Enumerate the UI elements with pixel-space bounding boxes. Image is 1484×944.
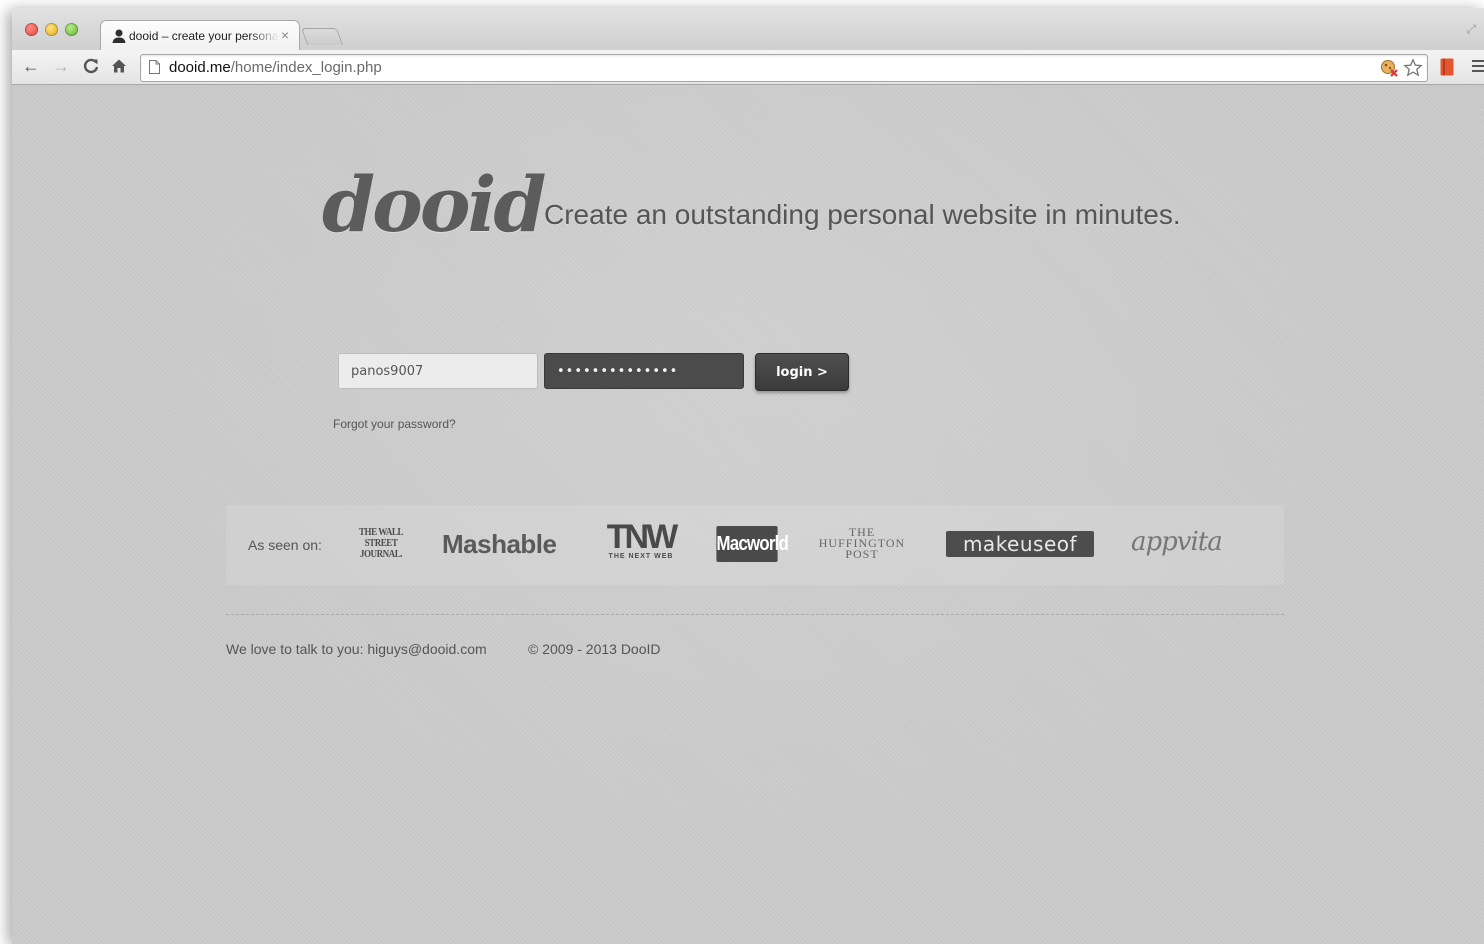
- minimize-window-button[interactable]: [45, 23, 58, 36]
- as-seen-on-label: As seen on:: [248, 537, 322, 553]
- mashable-logo[interactable]: Mashable: [442, 529, 557, 560]
- macworld-logo[interactable]: Macworld: [716, 526, 789, 562]
- close-tab-icon[interactable]: ×: [281, 27, 289, 43]
- new-tab-button[interactable]: [300, 28, 344, 45]
- username-input[interactable]: [338, 353, 538, 389]
- forgot-password-link[interactable]: Forgot your password?: [333, 417, 456, 431]
- makeuseof-logo[interactable]: makeuseof: [946, 531, 1094, 557]
- footer-contact[interactable]: We love to talk to you: higuys@dooid.com: [226, 641, 487, 657]
- as-seen-on-band: As seen on: THE WALL STREET JOURNAL. Mas…: [226, 505, 1284, 585]
- wsj-logo[interactable]: THE WALL STREET JOURNAL.: [359, 527, 404, 560]
- appvita-logo[interactable]: appvita: [1131, 527, 1223, 557]
- menu-icon[interactable]: [1472, 60, 1484, 75]
- login-button[interactable]: login >: [755, 353, 849, 391]
- forward-icon[interactable]: →: [50, 55, 72, 77]
- back-icon[interactable]: ←: [20, 55, 42, 77]
- browser-toolbar: ← → dooid.me/home/index_login.php: [12, 50, 1484, 85]
- bookmark-star-icon[interactable]: [1403, 58, 1423, 78]
- url-text: dooid.me/home/index_login.php: [169, 59, 382, 76]
- extension-icon[interactable]: [1379, 58, 1399, 78]
- fullscreen-icon[interactable]: ⤢: [1466, 22, 1476, 37]
- url-path: /home/index_login.php: [230, 59, 382, 76]
- footer-copyright: © 2009 - 2013 DooID: [528, 641, 661, 657]
- home-icon[interactable]: [108, 55, 130, 77]
- dooid-logo[interactable]: dooid: [322, 160, 547, 249]
- browser-window: dooid – create your personal website × ⤢…: [12, 8, 1484, 944]
- tnw-logo-subtitle: THE NEXT WEB: [608, 553, 674, 560]
- person-icon: [112, 29, 126, 43]
- tnw-logo[interactable]: TNW THE NEXT WEB: [598, 518, 684, 560]
- zoom-window-button[interactable]: [65, 23, 78, 36]
- tab-strip: dooid – create your personal website × ⤢: [12, 8, 1484, 51]
- reload-icon[interactable]: [80, 55, 102, 77]
- password-input[interactable]: [544, 353, 744, 389]
- footer-divider: [226, 614, 1284, 615]
- url-host: dooid.me: [169, 59, 231, 76]
- huffington-post-logo[interactable]: THE HUFFINGTON POST: [814, 526, 910, 560]
- tnw-logo-mark: TNW: [606, 518, 678, 556]
- tab-title: dooid – create your personal website: [129, 29, 279, 43]
- close-window-button[interactable]: [25, 23, 38, 36]
- page-icon: [149, 60, 160, 74]
- bookmark-extension-icon[interactable]: [1440, 58, 1454, 76]
- tagline: Create an outstanding personal website i…: [544, 199, 1181, 230]
- page-content: dooid Create an outstanding personal web…: [12, 85, 1484, 944]
- address-bar[interactable]: dooid.me/home/index_login.php: [140, 54, 1428, 82]
- tab-dooid[interactable]: dooid – create your personal website ×: [100, 20, 300, 51]
